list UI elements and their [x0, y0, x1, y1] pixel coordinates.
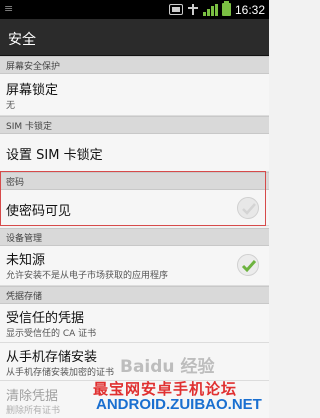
- show-password-checkbox[interactable]: [237, 197, 259, 219]
- checkmark-icon: [242, 203, 256, 215]
- item-title: 受信任的凭据: [6, 311, 85, 326]
- section-header-label: 设备管理: [6, 234, 43, 244]
- item-title: 设置 SIM 卡锁定: [6, 148, 103, 163]
- title-bar: 安全: [0, 19, 269, 56]
- section-header-device-admin: 设备管理: [0, 228, 269, 246]
- checkmark-icon: [241, 260, 257, 273]
- section-header-label: SIM 卡锁定: [6, 122, 52, 132]
- item-subtitle: 显示受信任的 CA 证书: [6, 329, 97, 339]
- section-header-credentials: 凭据存储: [0, 286, 269, 304]
- battery-icon: [221, 1, 231, 16]
- unknown-sources-item[interactable]: 未知源 允许安装不是从电子市场获取的应用程序: [0, 246, 269, 286]
- unknown-sources-checkbox[interactable]: [237, 254, 259, 276]
- signal-icon: [202, 3, 218, 16]
- page-title: 安全: [8, 32, 36, 48]
- item-subtitle: 无: [6, 101, 16, 111]
- item-title: 清除凭据: [6, 389, 59, 404]
- status-time: 16:32: [234, 2, 265, 17]
- item-title: 从手机存储安装: [6, 350, 98, 365]
- show-password-item[interactable]: 使密码可见: [0, 190, 269, 226]
- item-subtitle: 允许安装不是从电子市场获取的应用程序: [6, 271, 169, 281]
- section-header-sim: SIM 卡锁定: [0, 116, 269, 134]
- item-title: 未知源: [6, 253, 46, 268]
- item-title: 使密码可见: [6, 204, 72, 219]
- status-menu-indicator: ≡: [4, 2, 14, 15]
- sim-lock-item[interactable]: 设置 SIM 卡锁定: [0, 134, 269, 172]
- item-title: 屏幕锁定: [6, 83, 59, 98]
- section-header-label: 密码: [6, 178, 25, 188]
- item-subtitle: 删除所有证书: [6, 406, 61, 416]
- baidu-watermark: Baidu 经验: [120, 357, 215, 377]
- trusted-credentials-item[interactable]: 受信任的凭据 显示受信任的 CA 证书: [0, 304, 269, 343]
- screen-lock-item[interactable]: 屏幕锁定 无: [0, 74, 269, 116]
- forum-url-watermark: ANDROID.ZUIBAO.NET: [96, 396, 262, 413]
- status-bar: ≡ 16:32: [0, 0, 269, 19]
- item-subtitle: 从手机存储安装加密的证书: [6, 368, 115, 378]
- section-header-password: 密码: [0, 172, 269, 190]
- section-header-label: 凭据存储: [6, 292, 43, 302]
- usb-icon: [187, 4, 199, 15]
- section-header-screen-lock: 屏幕安全保护: [0, 56, 269, 74]
- status-box-icon: [168, 4, 183, 15]
- section-header-label: 屏幕安全保护: [6, 62, 61, 72]
